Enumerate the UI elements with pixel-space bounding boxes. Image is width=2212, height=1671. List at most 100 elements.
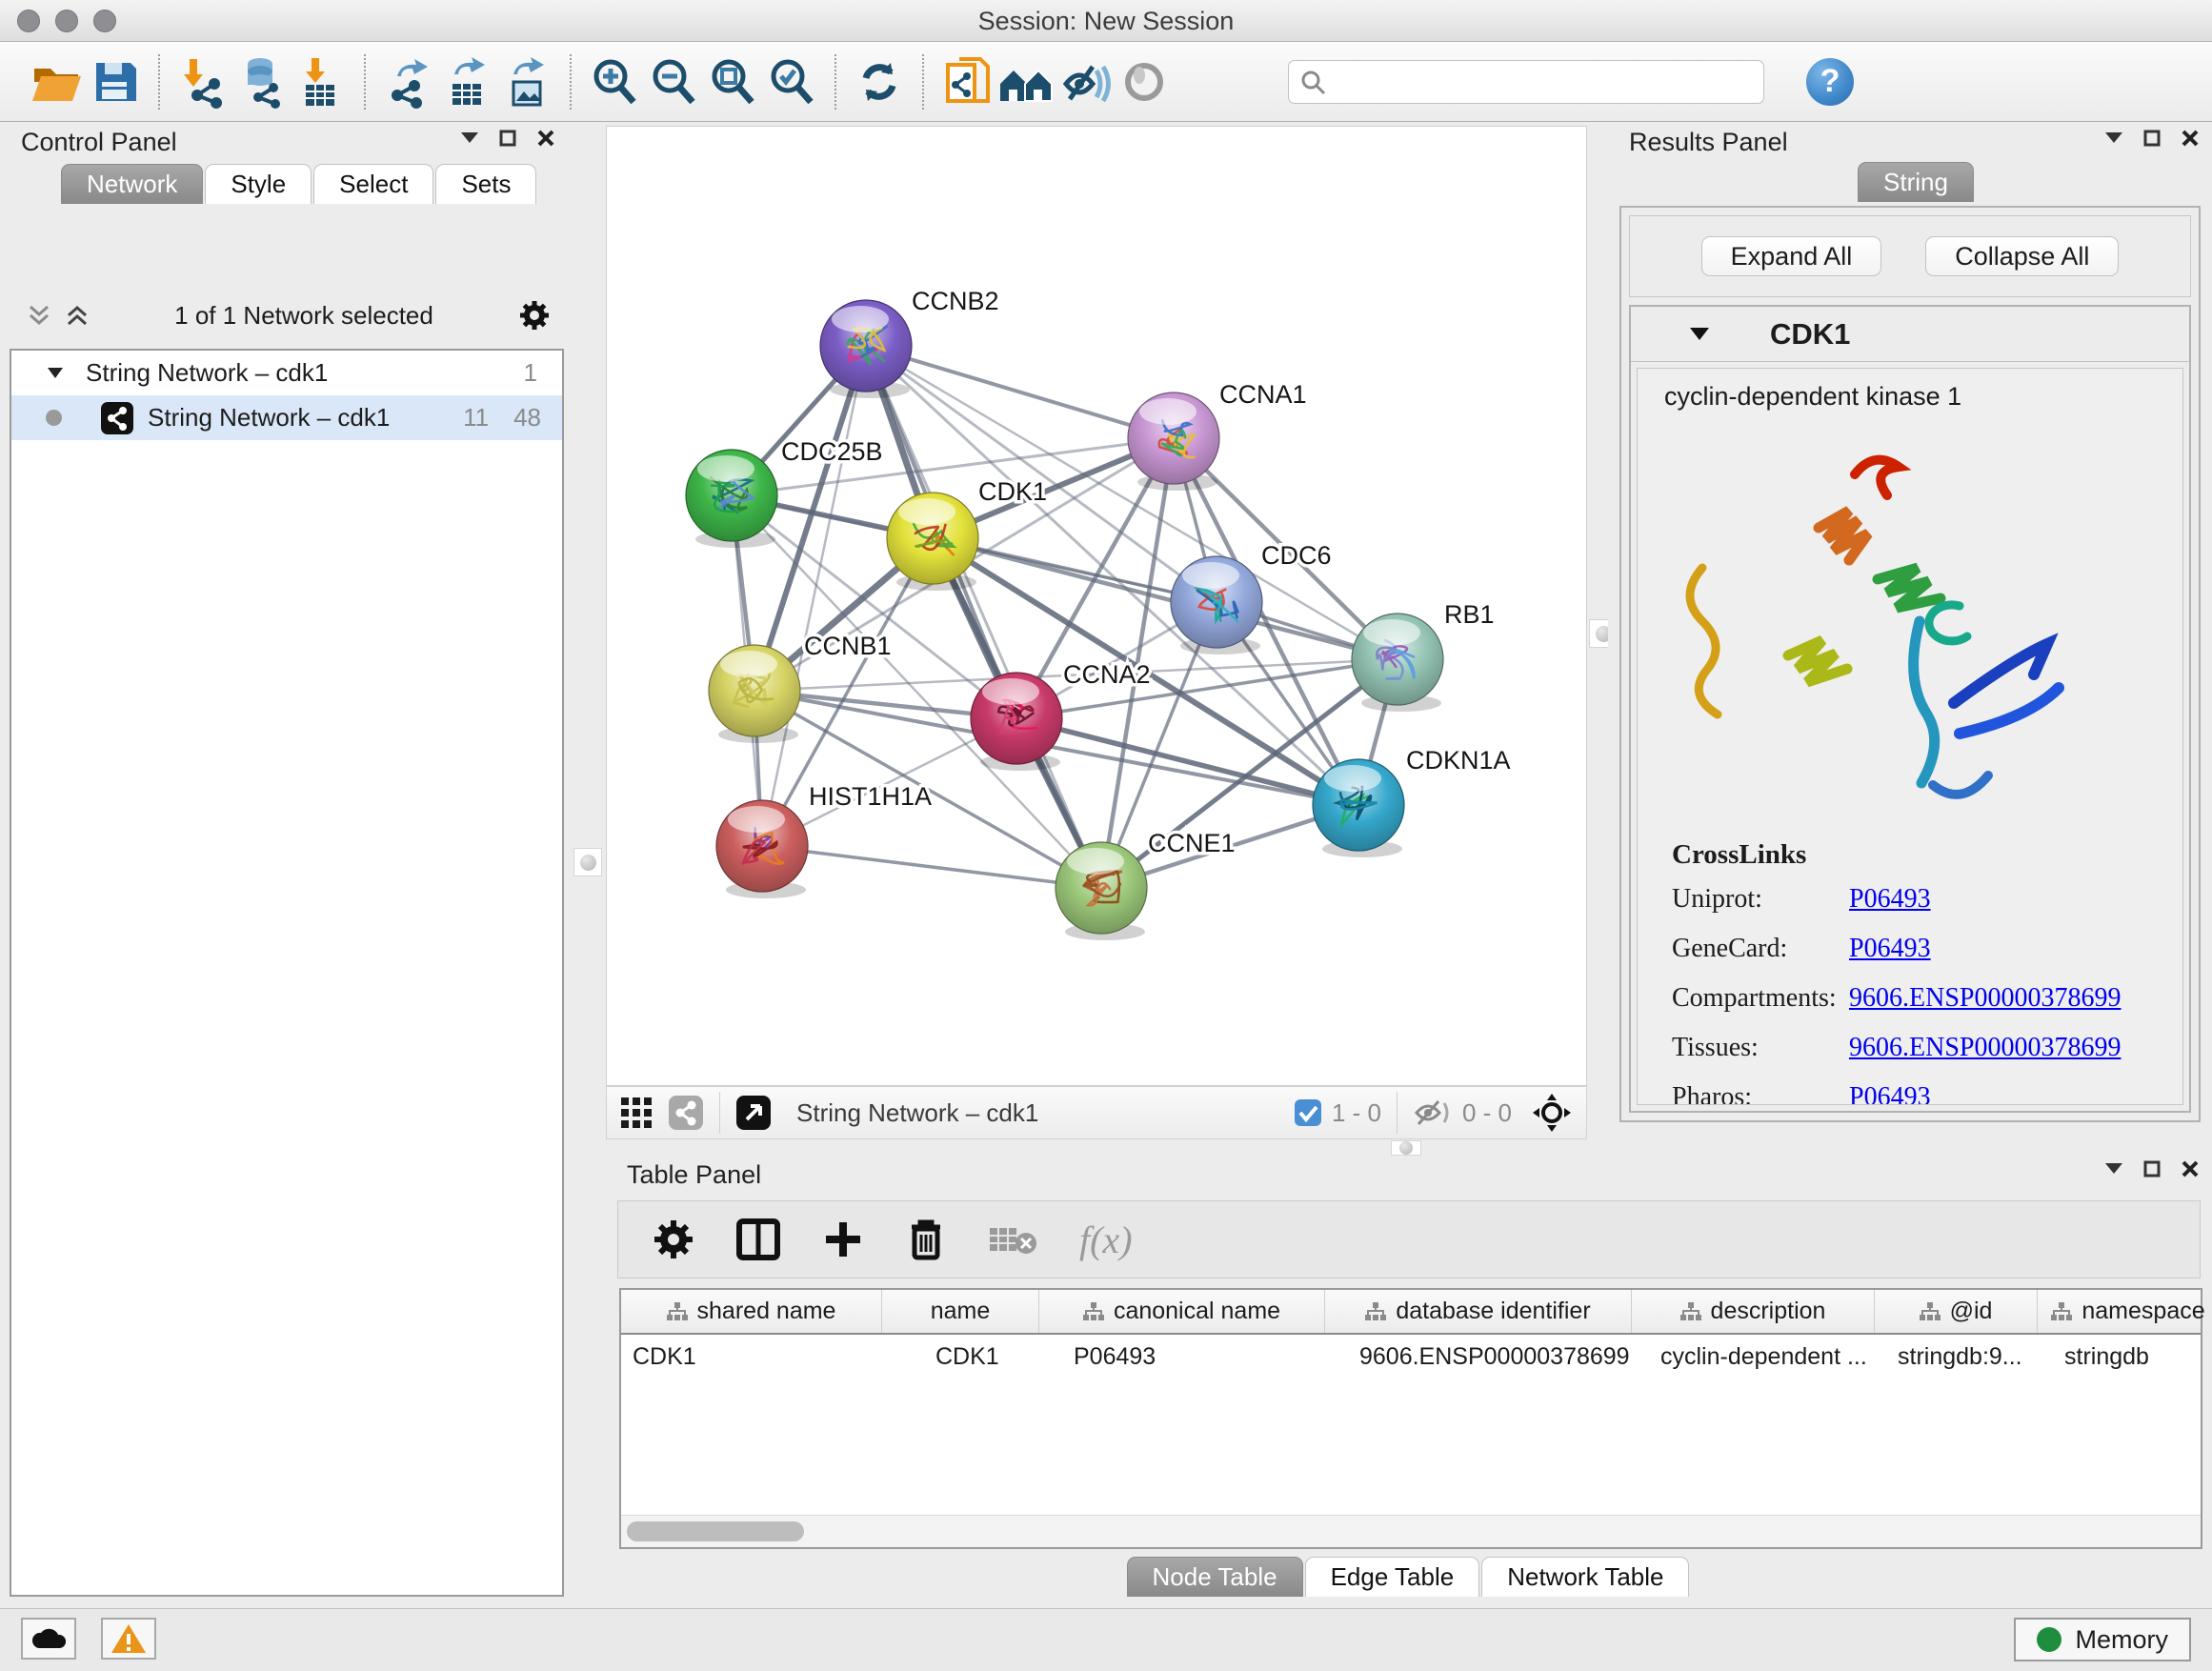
scrollbar-thumb[interactable] [627, 1521, 804, 1541]
network-edge[interactable] [762, 346, 866, 846]
help-icon[interactable]: ? [1806, 58, 1854, 106]
birdseye-view-icon[interactable] [735, 1095, 772, 1131]
panel-close-icon[interactable] [2182, 1160, 2199, 1178]
export-network-icon[interactable] [379, 52, 438, 111]
import-database-icon[interactable] [232, 52, 292, 111]
column-header-canonical-name[interactable]: canonical name [1039, 1290, 1325, 1333]
collapse-all-button[interactable]: Collapse All [1925, 236, 2119, 276]
tab-select[interactable]: Select [313, 164, 433, 204]
crosslink-link[interactable]: P06493 [1849, 884, 1931, 915]
cloud-button[interactable] [21, 1618, 76, 1660]
import-table-icon[interactable] [292, 52, 351, 111]
cell-namespace[interactable]: stringdb [2038, 1343, 2212, 1371]
open-session-icon[interactable] [27, 52, 86, 111]
network-node-CDC6[interactable] [1171, 556, 1262, 654]
network-node-CDC25B[interactable] [686, 450, 777, 548]
export-table-icon[interactable] [438, 52, 497, 111]
share-document-icon[interactable] [937, 52, 996, 111]
collection-expand-icon[interactable] [48, 368, 63, 379]
table-row[interactable]: CDK1 CDK1 P06493 9606.ENSP00000378699 cy… [621, 1335, 2201, 1379]
cell-canonical-name[interactable]: P06493 [1039, 1343, 1325, 1371]
panel-menu-icon[interactable] [461, 132, 478, 144]
tab-edge-table[interactable]: Edge Table [1305, 1557, 1480, 1597]
delete-table-icon[interactable] [988, 1222, 1037, 1257]
cell-database-identifier[interactable]: 9606.ENSP00000378699 [1325, 1343, 1632, 1371]
cell-description[interactable]: cyclin-dependent ... [1632, 1343, 1875, 1371]
tab-network[interactable]: Network [61, 164, 203, 204]
network-node-CCNA2[interactable] [971, 673, 1062, 771]
grid-view-icon[interactable] [620, 1097, 653, 1129]
column-header-namespace[interactable]: namespace [2038, 1290, 2212, 1333]
delete-column-icon[interactable] [906, 1218, 946, 1261]
toolbar-separator [570, 54, 572, 110]
warnings-button[interactable] [101, 1618, 156, 1660]
crosslink-link[interactable]: 9606.ENSP00000378699 [1849, 1033, 2121, 1063]
zoom-out-icon[interactable] [644, 52, 703, 111]
tab-string[interactable]: String [1858, 162, 1974, 202]
network-label: String Network – cdk1 [148, 403, 390, 433]
zoom-selected-icon[interactable] [762, 52, 821, 111]
column-header-name[interactable]: name [882, 1290, 1039, 1333]
tab-style[interactable]: Style [205, 164, 312, 204]
save-session-icon[interactable] [86, 52, 145, 111]
birdseye-orb-icon[interactable] [1115, 52, 1174, 111]
homes-icon[interactable] [996, 52, 1056, 111]
tab-node-table[interactable]: Node Table [1127, 1557, 1303, 1597]
column-header-database-identifier[interactable]: database identifier [1325, 1290, 1632, 1333]
panel-menu-icon[interactable] [2105, 1163, 2122, 1175]
panel-close-icon[interactable] [2182, 130, 2199, 147]
search-input[interactable] [1327, 69, 1737, 95]
network-canvas[interactable]: CCNB2CCNA1CDC25BCDK1CDC6RB1CCNB1CCNA2CDK… [606, 126, 1587, 1086]
network-node-CDKN1A[interactable] [1313, 759, 1404, 857]
panel-float-icon[interactable] [2143, 130, 2161, 147]
zoom-in-icon[interactable] [585, 52, 644, 111]
import-network-icon[interactable] [173, 52, 232, 111]
network-edge[interactable] [866, 346, 1174, 438]
cell-name[interactable]: CDK1 [882, 1343, 1039, 1371]
cell-shared-name[interactable]: CDK1 [621, 1343, 882, 1371]
network-view-icon[interactable] [668, 1095, 704, 1131]
memory-button[interactable]: Memory [2014, 1618, 2191, 1661]
refresh-icon[interactable] [850, 52, 909, 111]
network-node-CCNE1[interactable] [1056, 842, 1147, 940]
panel-float-icon[interactable] [499, 130, 516, 147]
tab-sets[interactable]: Sets [435, 164, 536, 204]
add-column-icon[interactable] [822, 1218, 864, 1260]
horizontal-scrollbar[interactable] [621, 1515, 2201, 1547]
network-node-HIST1H1A[interactable] [716, 800, 808, 898]
show-columns-icon[interactable] [736, 1218, 780, 1260]
crosslink-link[interactable]: 9606.ENSP00000378699 [1849, 983, 2121, 1014]
collapse-all-icon[interactable] [27, 304, 51, 327]
export-image-icon[interactable] [497, 52, 556, 111]
selected-checkbox-icon[interactable] [1294, 1098, 1322, 1127]
gene-collapse-icon[interactable] [1690, 328, 1709, 341]
bottom-splitter-handle[interactable] [1391, 1140, 1421, 1156]
panel-float-icon[interactable] [2143, 1160, 2161, 1178]
crosslink-link[interactable]: P06493 [1849, 934, 1931, 964]
reposition-crosshair-icon[interactable] [1531, 1092, 1573, 1134]
expand-all-button[interactable]: Expand All [1701, 236, 1882, 276]
tab-network-table[interactable]: Network Table [1481, 1557, 1689, 1597]
cell-id[interactable]: stringdb:9... [1875, 1343, 2038, 1371]
table-settings-gear-icon[interactable] [653, 1218, 694, 1260]
column-header-description[interactable]: description [1632, 1290, 1875, 1333]
hidden-eye-icon[interactable] [1413, 1097, 1453, 1128]
hide-unhide-icon[interactable] [1056, 52, 1115, 111]
panel-close-icon[interactable] [537, 130, 554, 147]
network-collection-row[interactable]: String Network – cdk1 1 [11, 351, 562, 395]
function-builder-icon[interactable]: f(x) [1079, 1218, 1133, 1262]
panel-menu-icon[interactable] [2105, 132, 2122, 144]
zoom-fit-icon[interactable] [703, 52, 762, 111]
network-row[interactable]: String Network – cdk1 11 48 [11, 395, 562, 440]
expand-all-icon[interactable] [65, 304, 90, 327]
network-edge[interactable] [762, 846, 1101, 888]
gear-icon[interactable] [518, 299, 551, 332]
crosslink-link[interactable]: P06493 [1849, 1082, 1931, 1105]
network-node-RB1[interactable] [1352, 614, 1443, 712]
network-node-CCNA1[interactable] [1128, 393, 1219, 491]
gene-section-header[interactable]: CDK1 [1631, 307, 2189, 362]
search-field[interactable] [1288, 60, 1764, 104]
left-splitter-handle[interactable] [573, 848, 602, 876]
column-header-shared-name[interactable]: shared name [621, 1290, 882, 1333]
column-header-id[interactable]: @id [1875, 1290, 2038, 1333]
